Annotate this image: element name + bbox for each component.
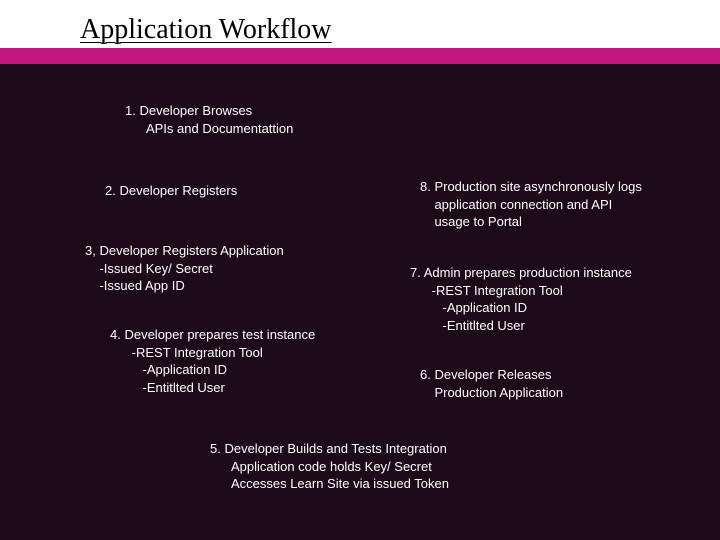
slide: Application Workflow 1. Developer Browse… (0, 0, 720, 540)
step-1: 1. Developer Browses APIs and Documentat… (125, 102, 293, 137)
step-8: 8. Production site asynchronously logs a… (420, 178, 642, 231)
step-2: 2. Developer Registers (105, 182, 237, 200)
content-canvas: 1. Developer Browses APIs and Documentat… (0, 62, 720, 540)
step-6: 6. Developer Releases Production Applica… (420, 366, 563, 401)
step-5: 5. Developer Builds and Tests Integratio… (210, 440, 449, 493)
step-7: 7. Admin prepares production instance -R… (410, 264, 632, 334)
title-bar: Application Workflow (0, 0, 720, 50)
step-3: 3, Developer Registers Application -Issu… (85, 242, 284, 295)
step-4: 4. Developer prepares test instance -RES… (110, 326, 315, 396)
slide-title: Application Workflow (80, 14, 332, 48)
